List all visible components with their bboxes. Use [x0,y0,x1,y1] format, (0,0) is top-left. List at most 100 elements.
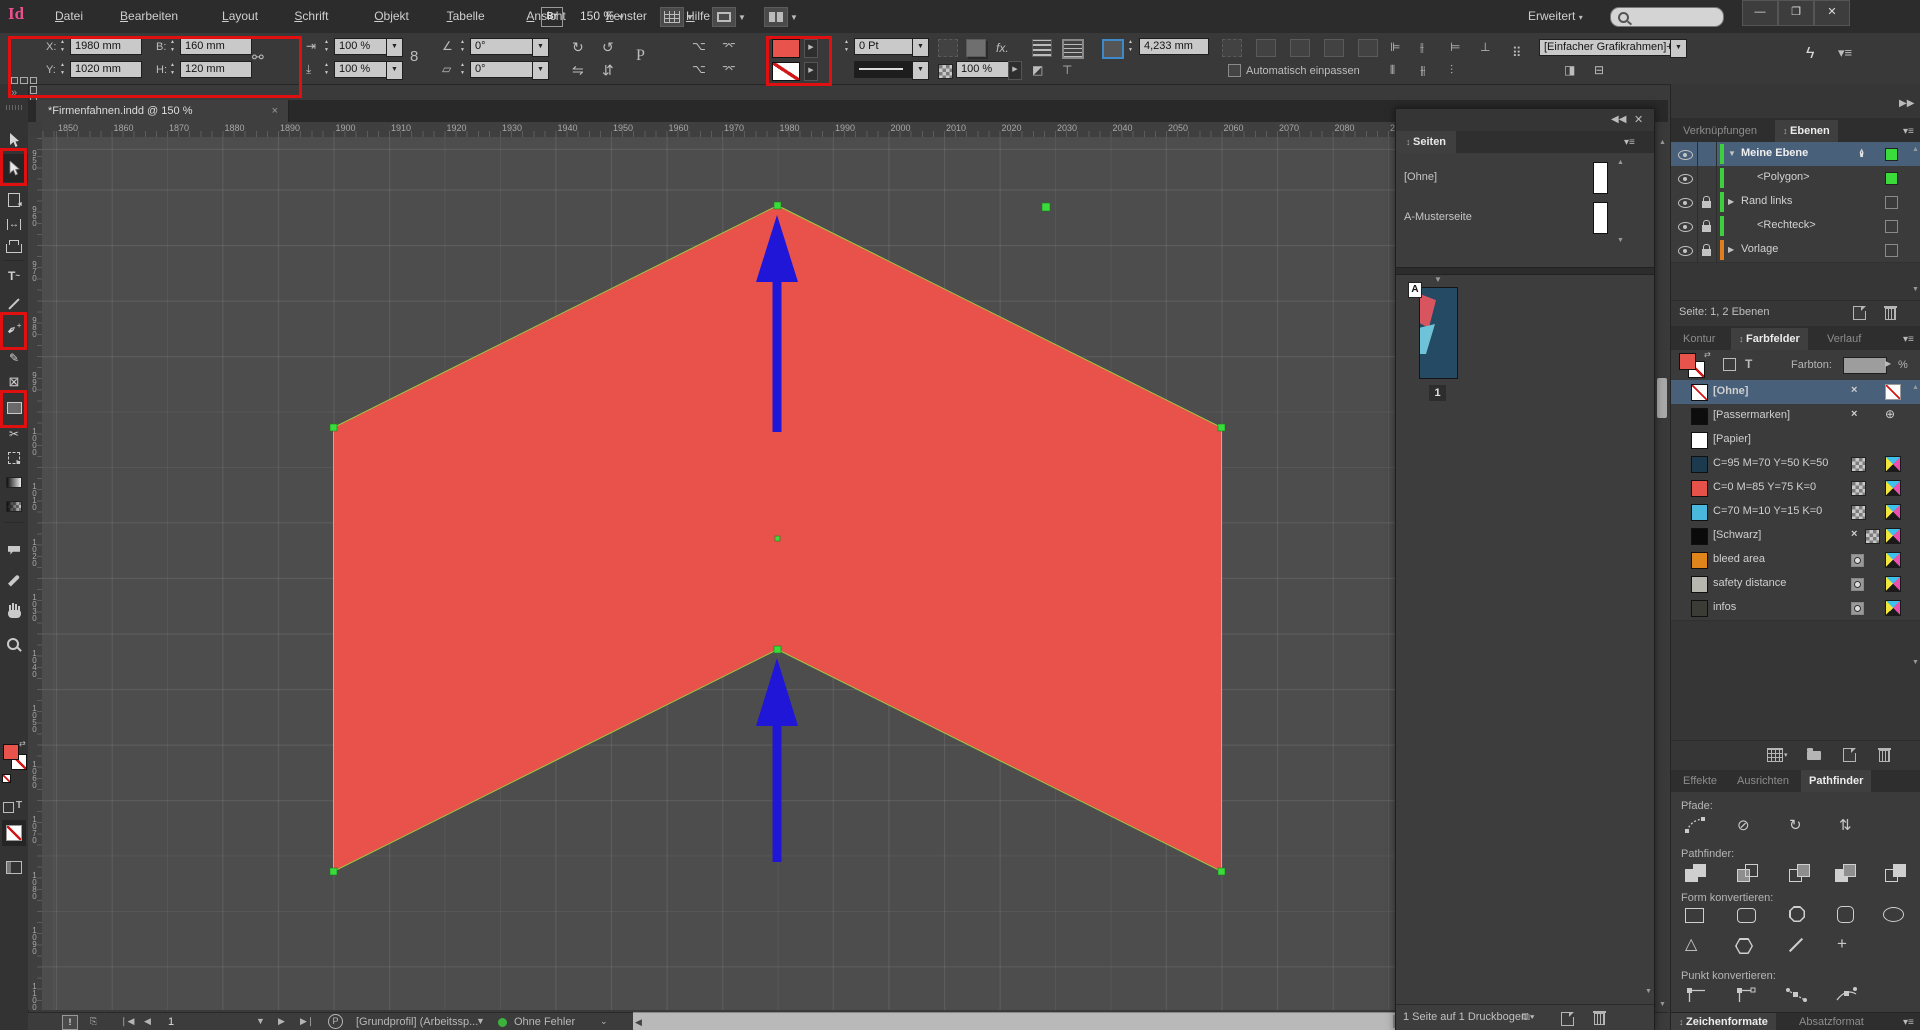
anchor-point-4[interactable] [774,646,781,653]
x-stepper[interactable]: ▲▼ [58,38,67,55]
swatch-row-3[interactable]: [Papier] [1671,428,1920,453]
layers-panel-menu-icon[interactable]: ▾≡ [1903,126,1914,137]
disclosure-icon[interactable]: ▶ [1728,245,1734,254]
screen-mode-button[interactable] [712,7,736,27]
tab-verknuepfungen[interactable]: Verknüpfungen [1675,120,1765,142]
eye-icon[interactable] [1678,174,1693,184]
ruler-corner[interactable] [28,122,43,138]
reverse-path-icon[interactable]: ⇅ [1839,816,1852,834]
preflight-profile[interactable]: [Grundprofil] (Arbeitssp... [356,1016,478,1028]
height-stepper[interactable]: ▲▼ [168,61,177,78]
menu-bearbeiten[interactable]: Bearbeiten [120,9,178,23]
stray-anchor-point[interactable] [1042,203,1050,211]
swatch-row-10[interactable]: infos [1671,596,1920,621]
eye-cell[interactable] [1671,214,1698,238]
menu-tabelle[interactable]: Tabelle [447,9,485,23]
corner-point-icon[interactable] [1735,986,1759,1004]
pages-scroll-down[interactable]: ▼ [1645,988,1652,995]
layer-row-4[interactable]: <Rechteck> [1671,214,1920,239]
height-field[interactable]: 120 mm [180,61,252,78]
shear-dropdown[interactable]: ▼ [532,61,549,80]
first-page-icon[interactable]: ❘◀ [120,1016,134,1027]
fit-content-icon[interactable] [1222,39,1242,57]
smooth-point-icon[interactable] [1785,986,1809,1004]
swatch-row-6[interactable]: C=70 M=10 Y=15 K=0 [1671,500,1920,525]
shear-stepper[interactable]: ▲▼ [458,61,467,78]
join-path-icon[interactable] [1685,816,1707,838]
swatches-scroll-down[interactable]: ▼ [1912,659,1919,666]
swatch-views-icon[interactable] [1767,748,1783,762]
distribute-left-icon[interactable]: ⫴ [1390,63,1395,78]
scroll-left-icon[interactable]: ◀ [635,1017,642,1028]
dock-collapse-icon[interactable]: ▶▶ [1899,98,1914,109]
layer-row-2[interactable]: <Polygon> [1671,166,1920,191]
swatch-views-arrow[interactable]: ▾ [1784,751,1788,759]
stroke-style-arrow[interactable]: ▼ [912,61,929,80]
tint-field[interactable] [1843,357,1887,374]
rotate-ccw-icon[interactable]: ↺ [602,39,614,56]
workspace-switcher[interactable]: Erweitert ▾ [1528,9,1583,23]
tab-pathfinder[interactable]: Pathfinder [1801,770,1871,792]
page-dropdown-icon[interactable]: ▼ [256,1016,265,1026]
close-path-icon[interactable]: ⊘ [1737,816,1750,834]
eyedropper-tool[interactable] [0,566,28,594]
formatting-affects-text-icon[interactable]: T [16,800,22,811]
rectangle-frame-tool[interactable]: ⊠ [0,370,28,394]
pathfinder-subtract-icon[interactable] [1737,864,1761,882]
center-point[interactable] [775,536,780,541]
rotation-stepper[interactable]: ▲▼ [458,38,467,55]
vertical-scrollbar[interactable]: ▲ ▼ [1654,137,1669,1010]
gap-tool[interactable]: ↔ [0,212,28,236]
eye-cell[interactable] [1671,190,1698,214]
convert-inverse-rounded-icon[interactable] [1837,906,1854,923]
tab-farbfelder[interactable]: ↕ Farbfelder [1731,328,1808,350]
master-row-AMusterseite[interactable]: A-Musterseite [1396,199,1654,237]
disclosure-icon[interactable]: ▼ [1728,149,1736,158]
flip-horizontal-icon[interactable]: ⇥ [306,39,316,53]
page-thumbnail[interactable] [1419,287,1458,379]
gradient-feather-tool[interactable] [0,494,28,518]
delete-swatch-icon[interactable] [1879,748,1890,760]
dock-fill-swatch[interactable] [1679,353,1696,370]
vertical-ruler[interactable]: 9509609709809901000101010201030104010501… [28,137,43,1010]
stroke-weight-stepper[interactable]: ▲▼ [842,38,851,55]
anchor-point-2[interactable] [1218,424,1225,431]
delete-page-icon[interactable] [1594,1011,1605,1023]
hand-tool[interactable] [0,596,28,626]
align-center-icon[interactable]: ⫲ [1420,40,1424,55]
swatch-row-2[interactable]: [Passermarken]×⊕ [1671,404,1920,429]
lock-cell[interactable] [1697,142,1717,166]
align-right-icon[interactable]: ⊨ [1450,40,1460,54]
stroke-color-dropdown[interactable]: ▶ [804,62,818,81]
tab-ebenen[interactable]: ↕ Ebenen [1775,120,1838,142]
eye-icon[interactable] [1678,198,1693,208]
page-number-label[interactable]: 1 [1429,385,1446,401]
profile-dropdown-icon[interactable]: ▼ [476,1016,485,1026]
menu-objekt[interactable]: Objekt [374,9,409,23]
scale-x-field[interactable]: 100 % [334,38,390,55]
anchor-point-1[interactable] [774,202,781,209]
next-page-icon[interactable]: ▶ [278,1016,285,1027]
drop-shadow-icon[interactable] [966,39,986,57]
master-page-icon[interactable] [1593,162,1608,194]
pages-panel-header[interactable]: ◀◀ ✕ [1396,109,1654,132]
chevron-down-icon[interactable]: ▼ [686,13,694,22]
shadow-toggle-icon[interactable]: ◩ [1032,63,1043,77]
lock-cell[interactable] [1697,238,1717,262]
chevron-down-icon[interactable]: ▼ [790,13,798,22]
selection-indicator[interactable] [1885,148,1898,161]
scale-y-stepper[interactable]: ▲▼ [322,61,331,78]
disclosure-icon[interactable]: ▶ [1728,197,1734,206]
preflight-icon[interactable]: ! [62,1015,78,1030]
eye-cell[interactable] [1671,166,1698,190]
align-top-icon[interactable]: ⊥ [1480,40,1490,54]
pathfinder-minusback-icon[interactable] [1885,864,1909,882]
layer-row-3[interactable]: ▶Rand links [1671,190,1920,215]
collapse-panel-icon[interactable]: ◀◀ [1611,114,1626,125]
pen-tool[interactable]: ✒+ [0,316,28,344]
pathfinder-add-icon[interactable] [1685,864,1709,882]
selection-indicator[interactable] [1885,220,1898,233]
tab-close-icon[interactable]: × [272,100,278,122]
stroke-weight-field[interactable]: 0 Pt [854,38,916,55]
minimize-button[interactable]: — [1742,0,1778,26]
